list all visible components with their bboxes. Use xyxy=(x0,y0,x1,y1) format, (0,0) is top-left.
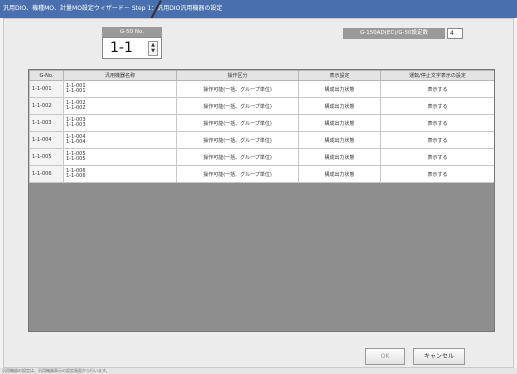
name-line-2: 1-1-004 xyxy=(66,139,86,145)
table-cell-operation[interactable]: 操作可能(一括、グループ単位) xyxy=(176,131,299,149)
name-line-2: 1-1-005 xyxy=(66,156,86,162)
table-header-row: G-No. 汎用機器名称 操作区分 表示設定 運転/停止文字表示の設定 xyxy=(29,70,494,81)
window-title-bar: 汎用DIO、機種MO、計量MO設定ウィザード－ Step 1：汎用DIO汎用機器… xyxy=(0,0,517,18)
table-cell-operation[interactable]: 操作可能(一括、グループ単位) xyxy=(176,148,299,166)
table-cell-text-display[interactable]: 表示する xyxy=(380,131,494,149)
name-line-2: 1-1-001 xyxy=(66,88,86,94)
name-line-2: 1-1-006 xyxy=(66,173,86,179)
table-cell-display[interactable]: 構成出力状態 xyxy=(298,131,381,149)
table-cell-gno[interactable]: 1-1-004 xyxy=(29,131,64,149)
table-row[interactable]: 1-1-005 1-1-005 1-1-005 操作可能(一括、グループ単位) 構成出力… xyxy=(29,148,494,166)
table-cell-gno[interactable]: 1-1-002 xyxy=(29,97,64,115)
table-cell-name[interactable]: 1-1-002 1-1-002 xyxy=(63,97,177,115)
table-row[interactable]: 1-1-006 1-1-006 1-1-006 操作可能(一括、グループ単位) 構成出力… xyxy=(29,165,494,183)
table-cell-operation[interactable]: 操作可能(一括、グループ単位) xyxy=(176,97,299,115)
table-row[interactable]: 1-1-003 1-1-003 1-1-003 操作可能(一括、グループ単位) 構成出力… xyxy=(29,114,494,132)
settings-count-label: G-150AD(EC)/G-50設定数 xyxy=(343,28,445,39)
table-cell-operation[interactable]: 操作可能(一括、グループ単位) xyxy=(176,114,299,132)
table-row[interactable]: 1-1-002 1-1-002 1-1-002 操作可能(一括、グループ単位) 構成出力… xyxy=(29,97,494,115)
col-header-text-display[interactable]: 運転/停止文字表示の設定 xyxy=(380,70,494,81)
table-cell-text-display[interactable]: 表示する xyxy=(380,80,494,98)
table-cell-display[interactable]: 構成出力状態 xyxy=(298,114,381,132)
col-header-name[interactable]: 汎用機器名称 xyxy=(63,70,177,81)
table-cell-name[interactable]: 1-1-004 1-1-004 xyxy=(63,131,177,149)
table-cell-name[interactable]: 1-1-006 1-1-006 xyxy=(63,165,177,183)
table-cell-gno[interactable]: 1-1-001 xyxy=(29,80,64,98)
gnum-spinner[interactable]: ▲ ▼ xyxy=(148,41,158,56)
name-line-2: 1-1-002 xyxy=(66,105,86,111)
table-cell-operation[interactable]: 操作可能(一括、グループ単位) xyxy=(176,165,299,183)
table-cell-gno[interactable]: 1-1-006 xyxy=(29,165,64,183)
gnum-value: 1-1 xyxy=(110,40,133,56)
settings-count-value: 4 xyxy=(447,28,463,39)
gnum-label: G-50 No. xyxy=(102,27,162,37)
table-row[interactable]: 1-1-004 1-1-004 1-1-004 操作可能(一括、グループ単位) 構成出力… xyxy=(29,131,494,149)
cancel-button[interactable]: キャンセル xyxy=(413,348,465,365)
table-cell-name[interactable]: 1-1-003 1-1-003 xyxy=(63,114,177,132)
table-row[interactable]: 1-1-001 1-1-001 1-1-001 操作可能(一括、グループ単位) 構成出力… xyxy=(29,80,494,98)
table-cell-gno[interactable]: 1-1-005 xyxy=(29,148,64,166)
gnum-spin-box[interactable]: 1-1 ▲ ▼ xyxy=(102,37,162,59)
status-bar: 汎用機器の設定は、汎用機器表示の設定画面から行います。 xyxy=(0,368,517,374)
status-text: 汎用機器の設定は、汎用機器表示の設定画面から行います。 xyxy=(2,368,110,373)
table-cell-display[interactable]: 構成出力状態 xyxy=(298,80,381,98)
ok-button[interactable]: OK xyxy=(365,348,405,365)
col-header-gno[interactable]: G-No. xyxy=(29,70,64,81)
table-cell-text-display[interactable]: 表示する xyxy=(380,165,494,183)
col-header-display[interactable]: 表示設定 xyxy=(298,70,381,81)
table-cell-display[interactable]: 構成出力状態 xyxy=(298,97,381,115)
table-cell-name[interactable]: 1-1-005 1-1-005 xyxy=(63,148,177,166)
device-grid: G-No. 汎用機器名称 操作区分 表示設定 運転/停止文字表示の設定 1-1-… xyxy=(28,69,495,332)
table-cell-text-display[interactable]: 表示する xyxy=(380,114,494,132)
spin-down-icon[interactable]: ▼ xyxy=(149,48,157,54)
name-line-2: 1-1-003 xyxy=(66,122,86,128)
table-cell-name[interactable]: 1-1-001 1-1-001 xyxy=(63,80,177,98)
table-cell-text-display[interactable]: 表示する xyxy=(380,148,494,166)
table-cell-text-display[interactable]: 表示する xyxy=(380,97,494,115)
table-cell-gno[interactable]: 1-1-003 xyxy=(29,114,64,132)
device-table: G-No. 汎用機器名称 操作区分 表示設定 運転/停止文字表示の設定 1-1-… xyxy=(29,70,494,183)
table-cell-display[interactable]: 構成出力状態 xyxy=(298,165,381,183)
table-cell-display[interactable]: 構成出力状態 xyxy=(298,148,381,166)
col-header-operation[interactable]: 操作区分 xyxy=(176,70,299,81)
table-cell-operation[interactable]: 操作可能(一括、グループ単位) xyxy=(176,80,299,98)
window-title: 汎用DIO、機種MO、計量MO設定ウィザード－ Step 1：汎用DIO汎用機器… xyxy=(3,5,223,12)
